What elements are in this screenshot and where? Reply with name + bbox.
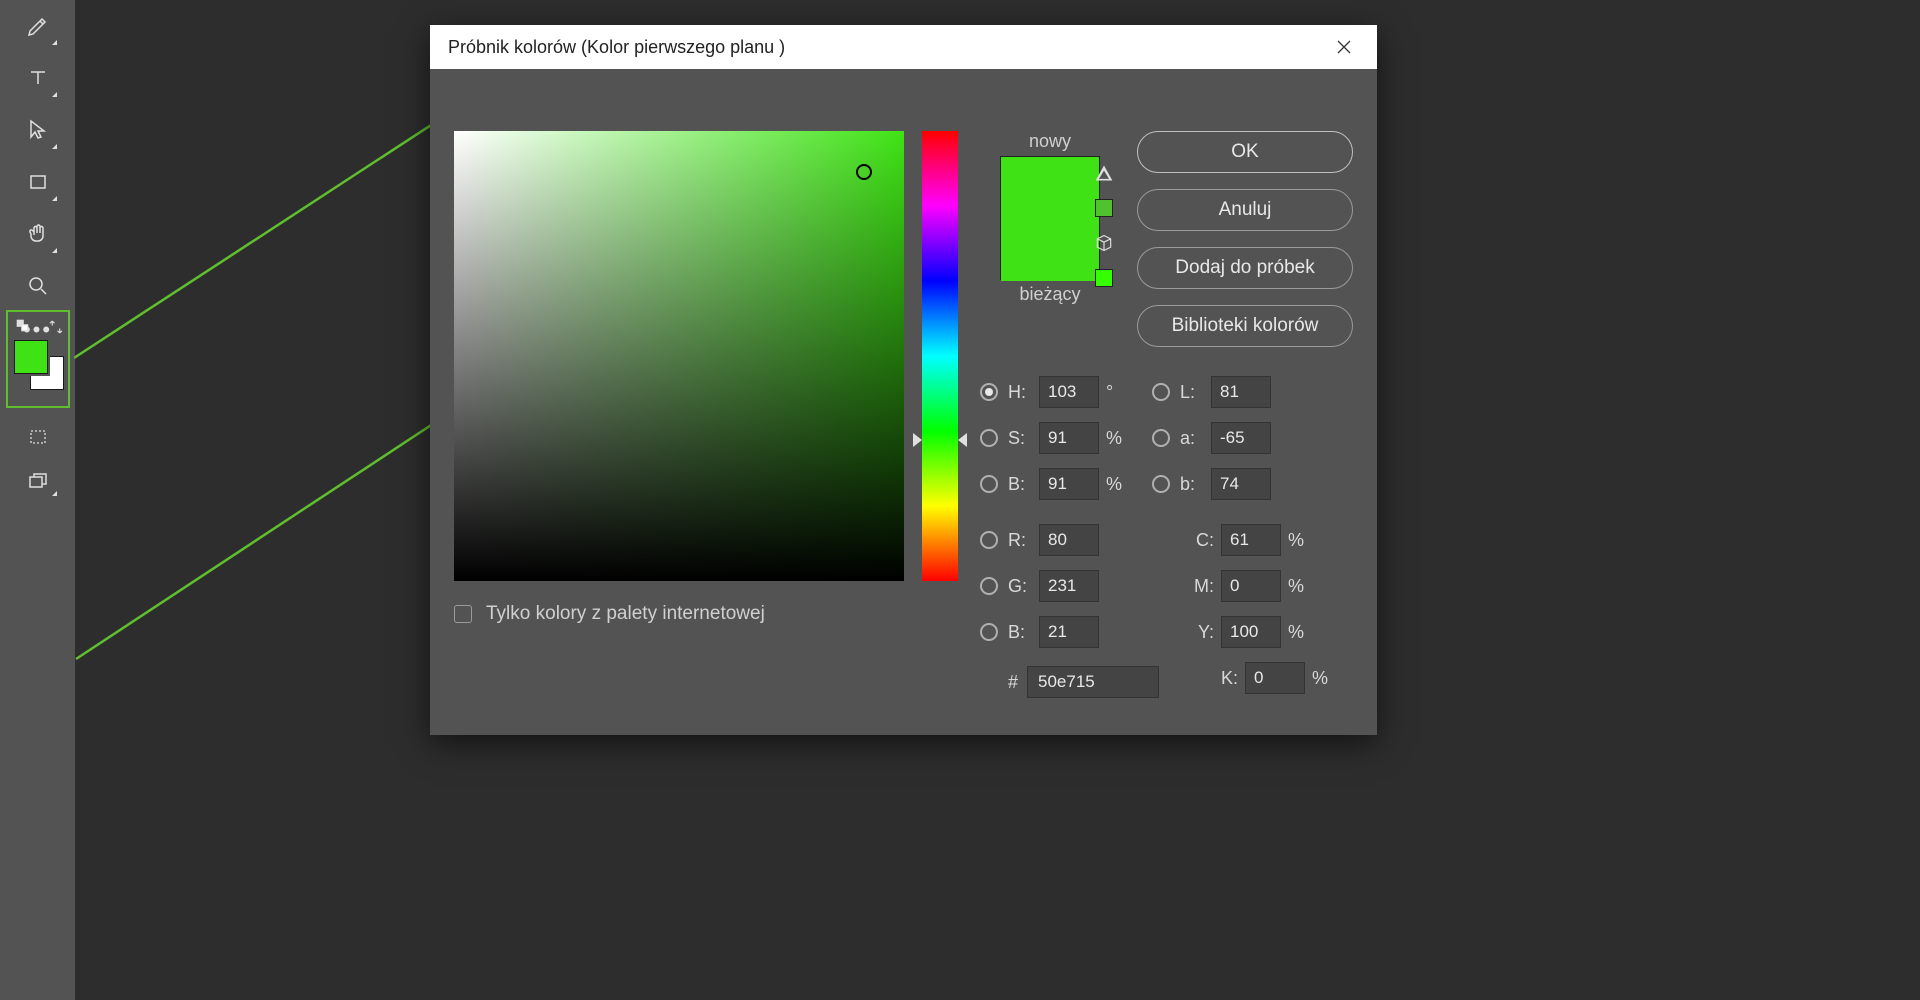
pen-tool[interactable] bbox=[14, 2, 62, 50]
input-h[interactable] bbox=[1040, 377, 1098, 407]
label-h: H: bbox=[1008, 382, 1040, 403]
cube-icon[interactable] bbox=[1094, 233, 1114, 253]
type-tool[interactable] bbox=[14, 54, 62, 102]
unit-k: % bbox=[1304, 668, 1332, 689]
add-swatch-button[interactable]: Dodaj do próbek bbox=[1137, 247, 1353, 289]
gamut-swatch[interactable] bbox=[1095, 199, 1113, 217]
websafe-swatch[interactable] bbox=[1095, 269, 1113, 287]
radio-r[interactable] bbox=[980, 531, 998, 549]
unit-y: % bbox=[1280, 622, 1308, 643]
close-icon bbox=[1335, 38, 1353, 56]
label-c: C: bbox=[1180, 530, 1222, 551]
radio-b[interactable] bbox=[980, 623, 998, 641]
label-l: L: bbox=[1180, 382, 1212, 403]
color-field-cursor bbox=[856, 164, 872, 180]
input-y[interactable] bbox=[1222, 617, 1280, 647]
unit-s: % bbox=[1098, 428, 1126, 449]
input-bv[interactable] bbox=[1040, 469, 1098, 499]
input-s[interactable] bbox=[1040, 423, 1098, 453]
new-label: nowy bbox=[985, 131, 1115, 152]
current-color-swatch[interactable] bbox=[1001, 219, 1099, 281]
color-value-fields: H: ° L: S: % a: B: % b: R bbox=[980, 369, 1355, 701]
color-field[interactable] bbox=[454, 131, 904, 581]
label-m: M: bbox=[1180, 576, 1222, 597]
cancel-button[interactable]: Anuluj bbox=[1137, 189, 1353, 231]
foreground-color-swatch[interactable] bbox=[14, 340, 48, 374]
radio-h[interactable] bbox=[980, 383, 998, 401]
hue-pointer-right-icon bbox=[958, 433, 967, 447]
swap-colors-icon[interactable] bbox=[47, 318, 65, 336]
screen-mode-tool[interactable] bbox=[14, 461, 62, 501]
radio-l[interactable] bbox=[1152, 383, 1170, 401]
label-r: R: bbox=[1008, 530, 1040, 551]
radio-bv[interactable] bbox=[980, 475, 998, 493]
zoom-tool[interactable] bbox=[14, 262, 62, 310]
input-k[interactable] bbox=[1246, 663, 1304, 693]
radio-g[interactable] bbox=[980, 577, 998, 595]
dialog-titlebar: Próbnik kolorów (Kolor pierwszego planu … bbox=[430, 25, 1377, 69]
unit-c: % bbox=[1280, 530, 1308, 551]
label-y: Y: bbox=[1180, 622, 1222, 643]
label-g: G: bbox=[1008, 576, 1040, 597]
new-color-swatch[interactable] bbox=[1001, 157, 1099, 219]
input-l[interactable] bbox=[1212, 377, 1270, 407]
foreground-background-swatch[interactable] bbox=[6, 310, 70, 408]
label-s: S: bbox=[1008, 428, 1040, 449]
color-libraries-button[interactable]: Biblioteki kolorów bbox=[1137, 305, 1353, 347]
web-only-label: Tylko kolory z palety internetowej bbox=[486, 603, 765, 625]
label-b: B: bbox=[1008, 622, 1040, 643]
label-k: K: bbox=[1204, 668, 1246, 689]
hue-slider[interactable] bbox=[922, 131, 958, 581]
label-a: a: bbox=[1180, 428, 1212, 449]
label-bv: B: bbox=[1008, 474, 1040, 495]
close-button[interactable] bbox=[1329, 32, 1359, 62]
hue-pointer-left-icon bbox=[913, 433, 922, 447]
dialog-title: Próbnik kolorów (Kolor pierwszego planu … bbox=[448, 37, 785, 58]
quick-mask-tool[interactable] bbox=[14, 417, 62, 457]
unit-h: ° bbox=[1098, 382, 1126, 403]
input-hex[interactable] bbox=[1028, 667, 1158, 697]
unit-m: % bbox=[1280, 576, 1308, 597]
radio-a[interactable] bbox=[1152, 429, 1170, 447]
color-picker-dialog: Próbnik kolorów (Kolor pierwszego planu … bbox=[430, 25, 1377, 735]
current-label: bieżący bbox=[985, 284, 1115, 305]
input-a[interactable] bbox=[1212, 423, 1270, 453]
input-c[interactable] bbox=[1222, 525, 1280, 555]
web-only-checkbox[interactable] bbox=[454, 605, 472, 623]
default-colors-icon[interactable] bbox=[15, 318, 33, 336]
input-b[interactable] bbox=[1040, 617, 1098, 647]
unit-bv: % bbox=[1098, 474, 1126, 495]
input-g[interactable] bbox=[1040, 571, 1098, 601]
label-hex: # bbox=[998, 672, 1028, 693]
input-m[interactable] bbox=[1222, 571, 1280, 601]
input-b2[interactable] bbox=[1212, 469, 1270, 499]
path-select-tool[interactable] bbox=[14, 106, 62, 154]
rectangle-tool[interactable] bbox=[14, 158, 62, 206]
radio-b2[interactable] bbox=[1152, 475, 1170, 493]
ok-button[interactable]: OK bbox=[1137, 131, 1353, 173]
web-only-row: Tylko kolory z palety internetowej bbox=[454, 603, 765, 625]
label-b2: b: bbox=[1180, 474, 1212, 495]
hand-tool[interactable] bbox=[14, 210, 62, 258]
gamut-warning-icon[interactable] bbox=[1094, 163, 1114, 183]
radio-s[interactable] bbox=[980, 429, 998, 447]
input-r[interactable] bbox=[1040, 525, 1098, 555]
